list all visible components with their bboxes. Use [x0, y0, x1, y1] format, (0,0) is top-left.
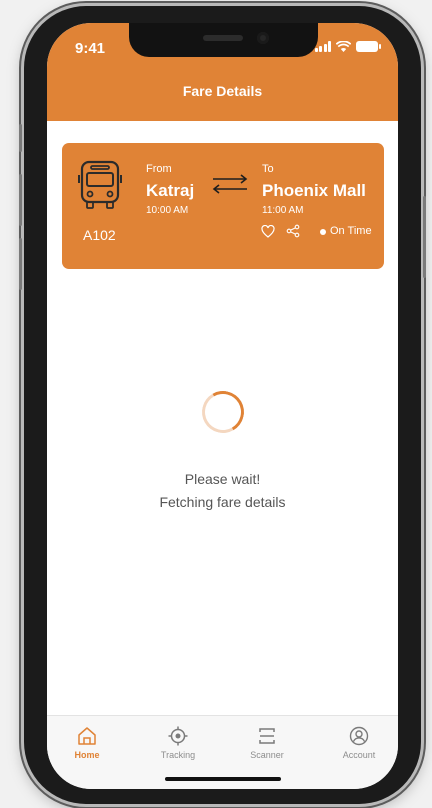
route-card[interactable]: A102 From Katraj 10:00 AM To Phoenix Mal…: [62, 143, 384, 269]
speaker-grille: [203, 35, 243, 41]
loading-message: Please wait!: [184, 471, 261, 487]
route-number: A102: [83, 227, 116, 243]
from-stop: Katraj: [146, 181, 195, 200]
from-label: From: [146, 163, 172, 175]
heart-icon[interactable]: [261, 225, 275, 238]
status-time: 9:41: [75, 40, 106, 57]
nav-label-account: Account: [342, 750, 376, 760]
battery-icon: [356, 41, 381, 52]
from-time: 10:00 AM: [146, 205, 189, 216]
tracking-icon: [168, 726, 188, 746]
account-icon: [349, 726, 369, 746]
nav-item-scanner[interactable]: Scanner: [232, 726, 302, 760]
front-camera: [257, 32, 269, 44]
app-header: 9:41 Fare Details: [47, 23, 398, 121]
scanner-icon: [259, 728, 275, 744]
to-time: 11:00 AM: [262, 205, 304, 216]
nav-item-home[interactable]: Home: [52, 726, 122, 760]
status-icons: [314, 41, 381, 52]
nav-label-home: Home: [74, 750, 100, 760]
share-icon[interactable]: [286, 224, 300, 238]
nav-label-scanner: Scanner: [250, 750, 284, 760]
mute-switch: [19, 124, 22, 152]
app-screen: 9:41 Fare Details A102 From Katraj 10:00…: [47, 23, 398, 789]
power-button: [423, 196, 426, 278]
to-label: To: [262, 163, 274, 175]
volume-up-button: [19, 174, 22, 226]
volume-down-button: [19, 238, 22, 290]
status-dot: [320, 229, 326, 235]
nav-label-tracking: Tracking: [160, 750, 196, 760]
home-icon: [78, 727, 96, 745]
notch: [129, 23, 318, 57]
bottom-nav: Home Tracking Scanner Account: [47, 715, 398, 789]
nav-item-tracking[interactable]: Tracking: [143, 726, 213, 760]
wifi-icon: [336, 41, 351, 52]
status-badge: On Time: [330, 225, 372, 237]
loading-submessage: Fetching fare details: [159, 494, 286, 510]
phone-frame: 9:41 Fare Details A102 From Katraj 10:00…: [19, 6, 426, 804]
home-indicator[interactable]: [165, 777, 281, 781]
nav-item-account[interactable]: Account: [324, 726, 394, 760]
bus-icon: [78, 160, 122, 209]
to-stop: Phoenix Mall: [262, 181, 366, 200]
loading-spinner: [197, 386, 249, 438]
page-title: Fare Details: [182, 83, 263, 99]
swap-arrows-icon: [212, 174, 248, 194]
signal-icon: [314, 41, 331, 52]
